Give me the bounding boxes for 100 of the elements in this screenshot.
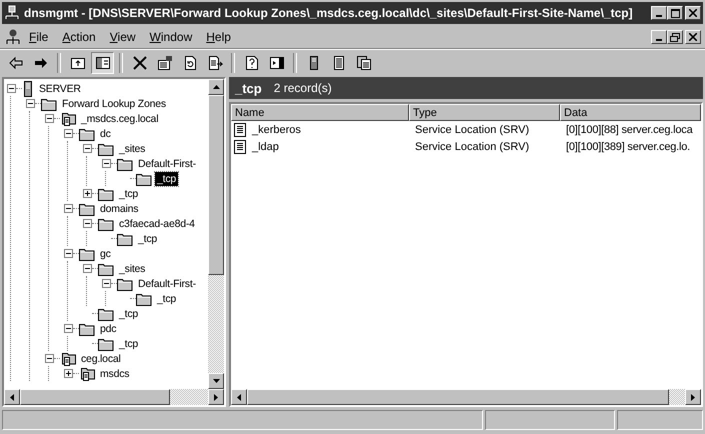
restore-icon — [670, 32, 680, 42]
tree-item[interactable]: _tcp — [155, 292, 178, 306]
record-icon — [234, 140, 246, 154]
minimize-button[interactable] — [651, 30, 667, 44]
console-icon[interactable] — [4, 28, 22, 46]
collapse-toggle[interactable] — [64, 324, 72, 333]
collapse-toggle[interactable] — [102, 159, 110, 168]
tree-item[interactable]: _tcp — [155, 172, 178, 186]
minimize-button[interactable] — [651, 6, 667, 20]
collapse-toggle[interactable] — [6, 84, 16, 93]
record-name[interactable]: _ldap — [249, 140, 282, 152]
scroll-left-button[interactable] — [231, 389, 247, 405]
folder-icon — [98, 216, 114, 230]
table-cell-text: [0][100][389] server.ceg.lo. — [565, 140, 692, 152]
collapse-toggle[interactable] — [82, 264, 92, 273]
menu-item[interactable]: Action — [55, 28, 103, 46]
scroll-right-button[interactable] — [208, 389, 224, 405]
tree-item[interactable]: dc — [98, 126, 113, 140]
tree-item[interactable]: SERVER — [37, 82, 83, 96]
folder-icon — [136, 172, 152, 186]
folder-icon — [98, 262, 114, 276]
record-icon — [234, 122, 246, 136]
tree-pane-icon — [94, 55, 110, 71]
close-button[interactable] — [685, 30, 701, 44]
column-header[interactable]: Data — [560, 104, 701, 121]
column-header[interactable]: Type — [409, 104, 560, 121]
tree-item[interactable]: _tcp — [117, 186, 140, 200]
scroll-up-button[interactable] — [208, 79, 224, 95]
collapse-toggle[interactable] — [64, 204, 72, 213]
close-button[interactable] — [685, 6, 701, 20]
folder-icon — [117, 156, 133, 170]
tree-item[interactable]: domains — [98, 202, 140, 216]
collapse-toggle[interactable] — [26, 99, 34, 108]
scroll-right-button[interactable] — [685, 389, 701, 405]
collapse-toggle[interactable] — [82, 144, 92, 153]
collapse-toggle[interactable] — [102, 279, 110, 288]
window-title: dnsmgmt - [DNS\SERVER\Forward Lookup Zones\_msdcs.ceg.local\dc\_sites\Default-First-Site-Name\_tcp] — [24, 6, 634, 20]
folder-icon — [79, 322, 95, 336]
collapse-toggle[interactable] — [44, 354, 54, 363]
right-arrow-icon — [214, 394, 218, 400]
collapse-toggle[interactable] — [82, 219, 92, 228]
right-arrow-icon — [691, 394, 695, 400]
up-arrow-icon — [212, 85, 220, 89]
scroll-thumb[interactable] — [20, 389, 170, 405]
tree-item[interactable]: _sites — [117, 262, 148, 276]
down-arrow-icon — [212, 379, 220, 383]
tree-item[interactable]: _tcp — [117, 336, 140, 350]
tree-item[interactable]: Default-First- — [136, 276, 198, 290]
documents-icon — [356, 55, 372, 71]
menu-item[interactable]: Help — [199, 28, 238, 46]
scroll-thumb[interactable] — [247, 389, 669, 405]
tree-item[interactable]: _msdcs.ceg.local — [79, 112, 160, 126]
column-header[interactable]: Name — [231, 104, 409, 121]
tree-item[interactable]: gc — [98, 246, 113, 260]
scroll-thumb[interactable] — [208, 95, 224, 275]
folder-icon — [41, 96, 57, 110]
folder-icon — [98, 336, 114, 350]
maximize-button[interactable] — [667, 6, 683, 20]
tree-item[interactable]: _tcp — [136, 232, 160, 246]
menu-item[interactable]: View — [102, 28, 143, 46]
help-icon — [244, 55, 260, 71]
menu-item[interactable]: File — [22, 28, 56, 46]
maximize-icon — [670, 8, 680, 18]
tree-item[interactable]: _sites — [117, 142, 148, 156]
up-folder-icon — [70, 55, 86, 71]
collapse-toggle[interactable] — [64, 249, 72, 258]
tree-item[interactable]: pdc — [98, 322, 118, 336]
properties-icon — [156, 55, 172, 71]
folder-icon — [79, 246, 95, 260]
tree-item[interactable]: _tcp — [117, 306, 140, 320]
menu-item[interactable]: Window — [142, 28, 200, 46]
tree-item[interactable]: Forward Lookup Zones — [60, 96, 168, 110]
tree-item[interactable]: msdcs — [98, 366, 132, 380]
folder-icon — [98, 306, 114, 320]
close-icon — [689, 33, 697, 41]
scroll-down-button[interactable] — [208, 373, 224, 389]
tree-item[interactable]: Default-First- — [136, 156, 198, 170]
restore-button[interactable] — [667, 30, 683, 44]
forward-arrow-icon — [32, 55, 48, 71]
expand-toggle[interactable] — [82, 189, 92, 198]
folder-icon — [136, 292, 152, 306]
table-cell-text: [0][100][88] server.ceg.loca — [565, 124, 694, 136]
export-list-icon — [206, 55, 222, 71]
folder-icon — [117, 232, 133, 246]
folder-icon — [79, 126, 95, 140]
scroll-left-button[interactable] — [4, 389, 20, 405]
folder-icon — [117, 276, 133, 290]
collapse-toggle[interactable] — [64, 129, 72, 138]
expand-toggle[interactable] — [64, 369, 72, 378]
tree-pane-button[interactable] — [91, 52, 114, 74]
tree-item[interactable]: c3faecad-ae8d-4 — [117, 216, 197, 230]
left-arrow-icon — [237, 394, 241, 400]
record-name[interactable]: _kerberos — [249, 124, 304, 136]
left-arrow-icon — [10, 394, 14, 400]
back-arrow-icon — [8, 55, 24, 71]
tree-item[interactable]: ceg.local — [79, 352, 123, 366]
table-cell-text: Service Location (SRV) — [414, 124, 530, 136]
table-cell-text: Service Location (SRV) — [414, 140, 530, 152]
collapse-toggle[interactable] — [44, 114, 54, 123]
folder-icon — [98, 186, 114, 200]
